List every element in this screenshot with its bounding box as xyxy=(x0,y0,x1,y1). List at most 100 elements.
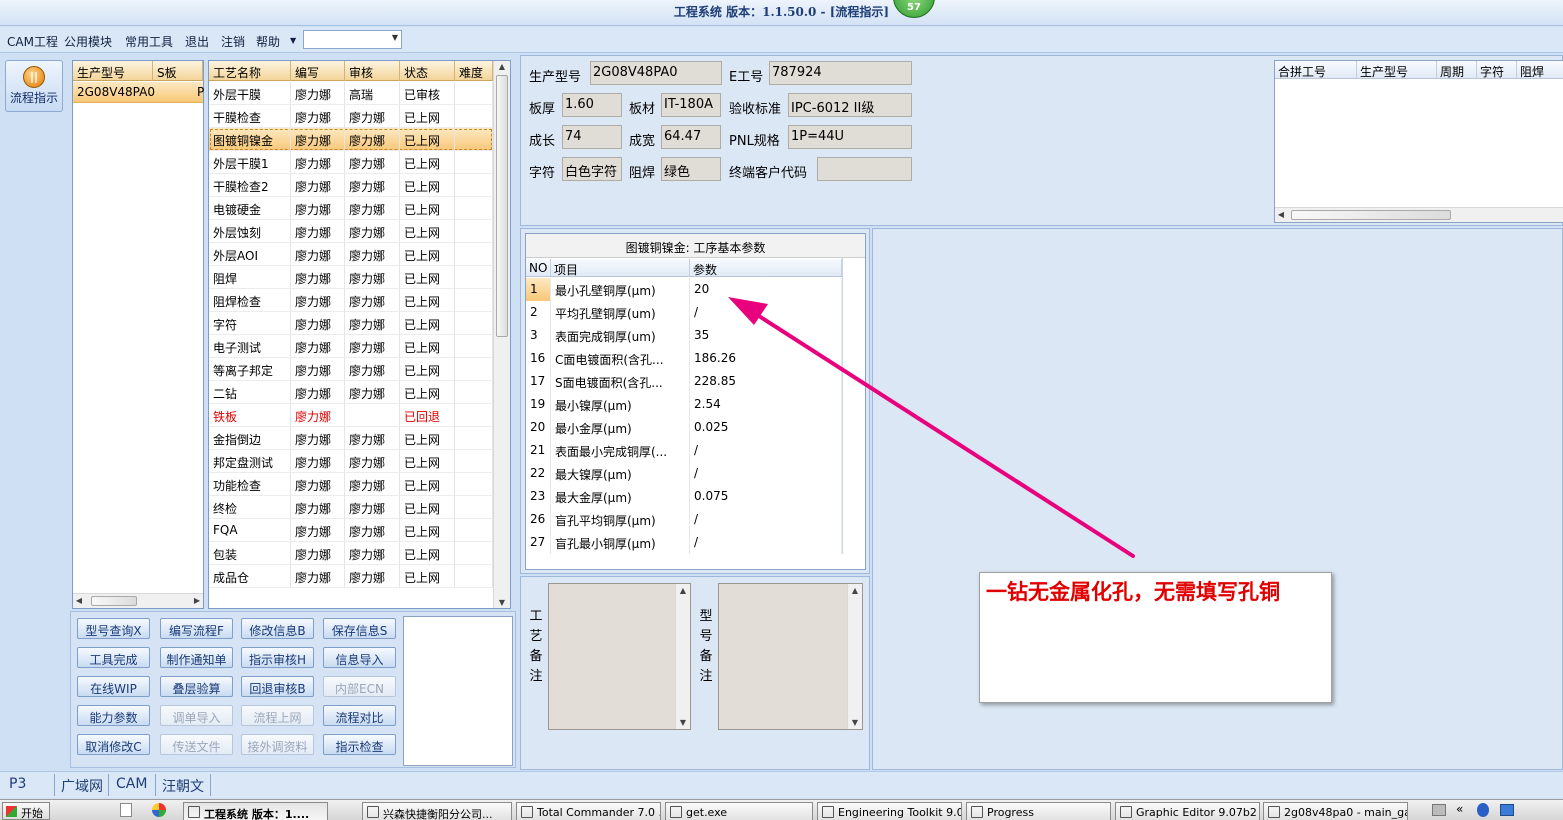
action-button-2[interactable]: 编写流程F xyxy=(160,618,233,639)
table-row[interactable]: 21 表面最小完成铜厚(... / xyxy=(526,439,842,462)
col-header-status[interactable]: 状态 xyxy=(400,61,455,81)
action-button-1[interactable]: 型号查询X xyxy=(77,618,150,639)
vertical-scrollbar[interactable]: ▲ ▼ xyxy=(847,584,862,729)
table-row[interactable]: 2 平均孔壁铜厚(um) / xyxy=(526,301,842,324)
menu-public-module[interactable]: 公用模块 xyxy=(64,33,112,50)
val-material[interactable]: IT-180A xyxy=(661,93,721,117)
vertical-scrollbar[interactable]: ▲ ▼ xyxy=(493,61,510,608)
col-header-reviewer[interactable]: 审核 xyxy=(345,61,400,81)
table-row[interactable]: 金指倒边 廖力娜 廖力娜 已上网 xyxy=(209,427,493,450)
action-button-18[interactable]: 传送文件 xyxy=(160,734,233,755)
status-tab-cam[interactable]: CAM xyxy=(116,776,147,792)
action-button-8[interactable]: 信息导入 xyxy=(323,647,396,668)
scroll-down-icon[interactable]: ▼ xyxy=(849,718,861,727)
scroll-right-icon[interactable]: ▶ xyxy=(191,596,203,605)
action-button-3[interactable]: 修改信息B xyxy=(241,618,314,639)
scroll-down-icon[interactable]: ▼ xyxy=(677,718,689,727)
table-row[interactable]: 包装 廖力娜 廖力娜 已上网 xyxy=(209,542,493,565)
action-button-15[interactable]: 流程上网 xyxy=(241,705,314,726)
table-row[interactable]: 3 表面完成铜厚(um) 35 xyxy=(526,324,842,347)
action-button-20[interactable]: 指示检查 xyxy=(323,734,396,755)
val-e-no[interactable]: 787924 xyxy=(769,61,912,85)
flow-indicator-button[interactable]: || 流程指示 xyxy=(5,60,63,112)
table-row[interactable]: 22 最大镍厚(μm) / xyxy=(526,462,842,485)
table-row[interactable]: 1 最小孔壁铜厚(μm) 20 xyxy=(526,278,842,301)
taskbar-item[interactable]: get.exe xyxy=(665,802,813,820)
scroll-thumb[interactable] xyxy=(496,75,508,337)
col-header-merge-model[interactable]: 生产型号 xyxy=(1357,61,1437,79)
taskbar-item[interactable]: 兴森快捷衡阳分公司... xyxy=(362,802,512,820)
val-width[interactable]: 64.47 xyxy=(661,125,721,149)
col-header-merge-no[interactable]: 合拼工号 xyxy=(1275,61,1357,79)
table-row[interactable]: 成品仓 廖力娜 廖力娜 已上网 xyxy=(209,565,493,588)
col-header-period[interactable]: 周期 xyxy=(1437,61,1477,79)
menu-cam[interactable]: CAM工程 xyxy=(7,33,58,50)
val-solder[interactable]: 绿色 xyxy=(661,157,721,181)
tray-bluetooth-icon[interactable] xyxy=(1477,803,1489,817)
val-acceptance[interactable]: IPC-6012 II级 xyxy=(788,93,912,117)
scroll-down-icon[interactable]: ▼ xyxy=(496,598,508,607)
action-button-10[interactable]: 叠层验算 xyxy=(160,676,233,697)
horizontal-scrollbar[interactable]: ◀ xyxy=(1275,207,1563,222)
val-char[interactable]: 白色字符 xyxy=(562,157,622,181)
val-pnl[interactable]: 1P=44U xyxy=(788,125,912,149)
table-row[interactable]: 26 盲孔平均铜厚(μm) / xyxy=(526,508,842,531)
table-row[interactable]: 阻焊 廖力娜 廖力娜 已上网 xyxy=(209,266,493,289)
status-tab-wan[interactable]: 广域网 xyxy=(61,776,103,796)
table-row[interactable]: 17 S面电镀面积(含孔... 228.85 xyxy=(526,370,842,393)
table-row[interactable]: 外层干膜1 廖力娜 廖力娜 已上网 xyxy=(209,151,493,174)
quicklaunch-document-icon[interactable] xyxy=(120,803,132,817)
col-header-s-board[interactable]: S板 xyxy=(153,61,203,81)
scroll-up-icon[interactable]: ▲ xyxy=(496,62,508,71)
menu-combo[interactable]: ▼ xyxy=(303,30,402,49)
table-row[interactable]: 字符 廖力娜 廖力娜 已上网 xyxy=(209,312,493,335)
menu-overflow-icon[interactable]: ▼ xyxy=(290,36,296,45)
col-header-char[interactable]: 字符 xyxy=(1477,61,1517,79)
scroll-left-icon[interactable]: ◀ xyxy=(73,596,85,605)
quicklaunch-browser-icon[interactable] xyxy=(152,803,166,817)
start-button[interactable]: 开始 xyxy=(2,802,50,820)
status-tab-user[interactable]: 汪朝文 xyxy=(162,776,204,796)
tray-expand-icon[interactable]: « xyxy=(1456,802,1463,816)
table-row[interactable]: FQA 廖力娜 廖力娜 已上网 xyxy=(209,519,493,542)
table-row[interactable]: 2G08V48PA0 P xyxy=(73,82,204,103)
taskbar-item[interactable]: 2g08v48pa0 - main_ga xyxy=(1263,802,1408,820)
action-button-7[interactable]: 指示审核H xyxy=(241,647,314,668)
action-button-9[interactable]: 在线WIP xyxy=(77,676,150,697)
action-button-19[interactable]: 接外调资料 xyxy=(241,734,314,755)
table-row[interactable]: 外层蚀刻 廖力娜 廖力娜 已上网 xyxy=(209,220,493,243)
table-row[interactable]: 23 最大金厚(μm) 0.075 xyxy=(526,485,842,508)
table-row[interactable]: 27 盲孔最小铜厚(μm) / xyxy=(526,531,842,554)
col-header-model[interactable]: 生产型号 xyxy=(73,61,153,81)
action-button-17[interactable]: 取消修改C xyxy=(77,734,150,755)
taskbar-item[interactable]: Engineering Toolkit 9.0... xyxy=(817,802,962,820)
table-row[interactable]: 铁板 廖力娜 已回退 xyxy=(209,404,493,427)
val-customer-code[interactable] xyxy=(817,157,912,181)
action-button-11[interactable]: 回退审核B xyxy=(241,676,314,697)
table-row[interactable]: 干膜检查 廖力娜 廖力娜 已上网 xyxy=(209,105,493,128)
action-button-4[interactable]: 保存信息S xyxy=(323,618,396,639)
col-header-no[interactable]: NO xyxy=(526,259,551,277)
col-header-solder[interactable]: 阻焊 xyxy=(1517,61,1563,79)
col-header-author[interactable]: 编写 xyxy=(291,61,345,81)
tray-printer-icon[interactable] xyxy=(1432,804,1446,816)
action-button-13[interactable]: 能力参数 xyxy=(77,705,150,726)
process-note-textarea[interactable]: ▲ ▼ xyxy=(548,583,691,730)
status-tab-p3[interactable]: P3 xyxy=(9,776,26,792)
table-row[interactable]: 二钻 廖力娜 廖力娜 已上网 xyxy=(209,381,493,404)
taskbar-item[interactable]: Graphic Editor 9.07b2 ... xyxy=(1115,802,1260,820)
taskbar-item[interactable]: Progress xyxy=(966,802,1111,820)
action-button-6[interactable]: 制作通知单 xyxy=(160,647,233,668)
model-note-textarea[interactable]: ▲ ▼ xyxy=(718,583,863,730)
table-row[interactable]: 图镀铜镍金 廖力娜 廖力娜 已上网 xyxy=(209,128,493,151)
table-row[interactable]: 终检 廖力娜 廖力娜 已上网 xyxy=(209,496,493,519)
scroll-thumb[interactable] xyxy=(1291,210,1451,220)
table-row[interactable]: 外层干膜 廖力娜 高瑞 已审核 xyxy=(209,82,493,105)
table-row[interactable]: 阻焊检查 廖力娜 廖力娜 已上网 xyxy=(209,289,493,312)
table-row[interactable]: 16 C面电镀面积(含孔... 186.26 xyxy=(526,347,842,370)
table-row[interactable]: 邦定盘测试 廖力娜 廖力娜 已上网 xyxy=(209,450,493,473)
scroll-left-icon[interactable]: ◀ xyxy=(1275,210,1287,219)
val-model[interactable]: 2G08V48PA0 xyxy=(590,61,722,85)
scroll-up-icon[interactable]: ▲ xyxy=(849,586,861,595)
taskbar-item[interactable]: 工程系统 版本：1.... xyxy=(183,802,328,820)
